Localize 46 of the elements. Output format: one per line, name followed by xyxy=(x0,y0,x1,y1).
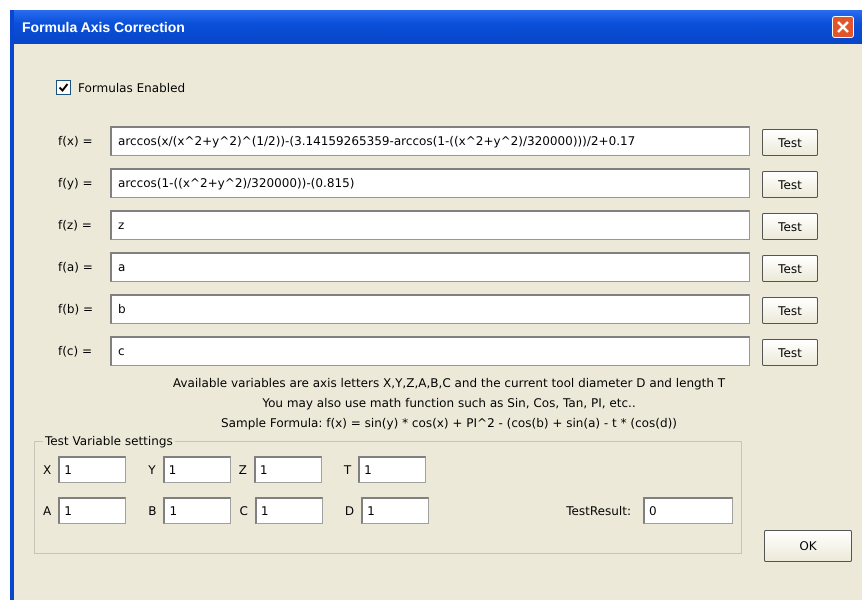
test-button[interactable]: Test xyxy=(762,171,818,198)
group-title: Test Variable settings xyxy=(44,434,174,448)
help-text: You may also use math function such as Sin, Cos, Tan, PI, etc.. xyxy=(262,396,636,410)
formula-label: f(y) = xyxy=(58,176,94,190)
formula-field[interactable]: b xyxy=(110,294,750,324)
variable-label: D xyxy=(344,504,354,518)
variable-field[interactable]: 1 xyxy=(163,497,232,524)
formula-label: f(a) = xyxy=(58,260,94,274)
help-text: Sample Formula: f(x) = sin(y) * cos(x) + PI^2 - (cos(b) + sin(a) - t * (cos(d)) xyxy=(221,416,677,430)
variable-field[interactable]: 1 xyxy=(361,497,430,524)
variable-label: C xyxy=(239,504,248,518)
variable-field[interactable]: 1 xyxy=(358,456,426,483)
formula-field[interactable]: c xyxy=(110,336,750,366)
close-icon xyxy=(836,20,850,34)
formula-field[interactable]: a xyxy=(110,252,750,282)
checkbox-label: Formulas Enabled xyxy=(78,80,186,94)
variable-label: Z xyxy=(238,462,247,476)
variable-field[interactable]: 1 xyxy=(58,456,126,483)
test-button[interactable]: Test xyxy=(762,297,818,324)
variable-label: A xyxy=(43,504,52,518)
variable-field[interactable]: 1 xyxy=(162,456,231,483)
checkbox[interactable] xyxy=(56,80,71,95)
variable-field[interactable]: 1 xyxy=(254,456,322,483)
formula-field[interactable]: arccos(1-((x^2+y^2)/320000))-(0.815) xyxy=(110,168,750,198)
variable-label: T xyxy=(344,462,352,476)
ok-button[interactable]: OK xyxy=(764,530,852,562)
variable-label: X xyxy=(43,462,52,476)
variable-field[interactable]: 1 xyxy=(58,497,126,524)
help-text: Available variables are axis letters X,Y,Z,A,B,C and the current tool diameter D and length T xyxy=(172,376,726,390)
window-title: Formula Axis Correction xyxy=(22,19,185,35)
test-button[interactable]: Test xyxy=(762,213,818,240)
test-button[interactable]: Test xyxy=(762,255,818,282)
formula-field[interactable]: arccos(x/(x^2+y^2)^(1/2))-(3.14159265359-arccos(1-((x^2+y^2)/320000)))/2+0.17 xyxy=(110,126,750,156)
variable-field[interactable]: 1 xyxy=(254,497,323,524)
test-button[interactable]: Test xyxy=(762,339,818,366)
variable-label: Y xyxy=(148,462,156,476)
variable-label: B xyxy=(148,504,156,518)
result-field[interactable]: 0 xyxy=(643,497,733,524)
formula-field[interactable]: z xyxy=(110,210,750,240)
formula-label: f(z) = xyxy=(58,218,93,232)
formula-label: f(b) = xyxy=(58,302,94,316)
test-button[interactable]: Test xyxy=(762,129,818,156)
result-label: TestResult: xyxy=(566,504,631,518)
close-button[interactable] xyxy=(832,16,854,38)
formula-label: f(x) = xyxy=(58,134,94,148)
formula-label: f(c) = xyxy=(58,344,94,358)
